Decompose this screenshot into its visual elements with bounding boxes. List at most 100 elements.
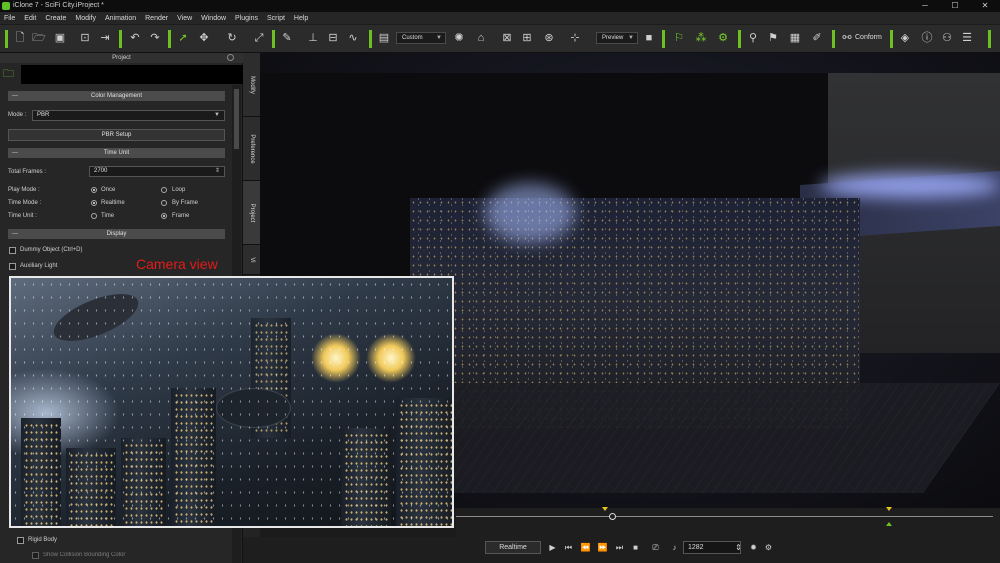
preview-select[interactable]: Preview ▼ — [596, 32, 638, 44]
next-frame-icon[interactable]: ⏩ — [597, 542, 608, 553]
save-icon[interactable]: ▣ — [53, 31, 67, 45]
help-icon[interactable]: ⓘ — [920, 31, 934, 45]
show-collision-checkbox[interactable] — [32, 552, 39, 559]
time-unit-header[interactable]: — Time Unit — [8, 148, 225, 158]
playhead-knob[interactable] — [609, 513, 616, 520]
group-icon[interactable]: ⁂ — [694, 31, 708, 45]
mode-select[interactable]: PBR ▼ — [32, 110, 225, 121]
menu-plugins[interactable]: Plugins — [235, 15, 258, 22]
brush-icon[interactable]: ✎ — [280, 31, 294, 45]
color-management-header[interactable]: — Color Management — [8, 91, 225, 101]
stop-icon[interactable]: ■ — [630, 542, 641, 553]
display-header[interactable]: — Display — [8, 229, 225, 239]
timeline-track[interactable] — [456, 516, 993, 517]
menu-edit[interactable]: Edit — [24, 15, 36, 22]
undo-icon[interactable]: ↶ — [128, 31, 142, 45]
fit-icon[interactable]: ⊠ — [500, 31, 514, 45]
scale-icon[interactable]: ⤢ — [252, 31, 266, 45]
camera-view-icon[interactable]: ▤ — [377, 31, 391, 45]
tab-preference[interactable]: Preference — [243, 117, 260, 181]
time-mode-by-frame-radio[interactable] — [161, 200, 167, 206]
conform-label[interactable]: Conform — [855, 34, 882, 41]
menu-script[interactable]: Script — [267, 15, 285, 22]
video-camera-icon[interactable]: ■ — [642, 31, 656, 45]
play-mode-once-radio[interactable] — [91, 187, 97, 193]
menu-help[interactable]: Help — [294, 15, 308, 22]
range-end-icon[interactable] — [886, 522, 892, 526]
pin-icon[interactable]: ⚲ — [746, 31, 760, 45]
play-icon[interactable]: ▶ — [547, 542, 558, 553]
rigid-body-checkbox[interactable] — [17, 537, 24, 544]
select-arrow-icon[interactable]: ➚ — [176, 31, 190, 45]
minimize-button[interactable]: ─ — [910, 0, 940, 12]
flag-icon[interactable]: ⚑ — [766, 31, 780, 45]
snap-icon[interactable]: ⊟ — [326, 31, 340, 45]
toolbar-separator — [168, 30, 171, 48]
character-icon[interactable]: ⚐ — [672, 31, 686, 45]
redo-icon[interactable]: ↷ — [148, 31, 162, 45]
settings-icon[interactable]: ⚙ — [763, 542, 774, 553]
menu-bar: File Edit Create Modify Animation Render… — [0, 12, 1000, 24]
title-bar: iClone 7 - SciFi City.iProject * ─ ☐ ✕ — [0, 0, 1000, 12]
play-mode-loop-radio[interactable] — [161, 187, 167, 193]
stepper-icon[interactable]: ⇕ — [733, 542, 744, 553]
time-mode-realtime-radio[interactable] — [91, 200, 97, 206]
prev-frame-icon[interactable]: ⏪ — [580, 542, 591, 553]
home-icon[interactable]: ⌂ — [474, 31, 488, 45]
loop-icon[interactable]: ⎚ — [650, 542, 661, 553]
clipboard-icon[interactable]: ▦ — [788, 31, 802, 45]
path-icon[interactable]: ∿ — [346, 31, 360, 45]
open-folder-icon[interactable]: 🗁 — [32, 31, 46, 45]
zoom-icon[interactable]: ⊞ — [520, 31, 534, 45]
auxiliary-light-checkbox[interactable] — [9, 263, 16, 270]
menu-render[interactable]: Render — [145, 15, 168, 22]
panel-title: Project — [0, 53, 243, 63]
align-icon[interactable]: ⊥ — [306, 31, 320, 45]
tab-visual[interactable]: Vi — [243, 245, 260, 275]
orbit-icon[interactable]: ⊛ — [542, 31, 556, 45]
menu-file[interactable]: File — [4, 15, 15, 22]
folder-icon[interactable]: 🗀 — [3, 67, 17, 81]
move-icon[interactable]: ✥ — [197, 31, 211, 45]
time-unit-time-radio[interactable] — [91, 213, 97, 219]
new-file-icon[interactable]: 🗋 — [13, 31, 27, 45]
import-icon[interactable]: ⊡ — [78, 31, 92, 45]
menu-modify[interactable]: Modify — [75, 15, 96, 22]
menu-view[interactable]: View — [177, 15, 192, 22]
rain-overlay — [11, 278, 452, 526]
time-unit-frame-radio[interactable] — [161, 213, 167, 219]
conform-icon[interactable]: ⚯ — [840, 31, 854, 45]
pencil-icon[interactable]: ✐ — [810, 31, 824, 45]
scrollbar-thumb[interactable] — [234, 89, 239, 149]
render-icon[interactable]: ◈ — [898, 31, 912, 45]
plugin-icon[interactable]: ⚇ — [940, 31, 954, 45]
camera-select[interactable]: Custom ▼ — [396, 32, 446, 44]
rotate-icon[interactable]: ↻ — [225, 31, 239, 45]
tab-modify[interactable]: Modify — [243, 53, 260, 117]
menu-window[interactable]: Window — [201, 15, 226, 22]
maximize-button[interactable]: ☐ — [940, 0, 970, 12]
settings-list-icon[interactable]: ☰ — [960, 31, 974, 45]
keyframe-marker-icon[interactable] — [602, 507, 608, 511]
display-mode-icon[interactable]: ⊹ — [568, 31, 582, 45]
total-frames-input[interactable]: 2700 ⇕ — [89, 166, 225, 177]
menu-create[interactable]: Create — [45, 15, 66, 22]
panel-close-icon[interactable] — [227, 54, 234, 61]
menu-animation[interactable]: Animation — [105, 15, 136, 22]
end-marker-icon[interactable] — [886, 507, 892, 511]
tab-project[interactable]: Project — [243, 181, 260, 245]
skip-start-icon[interactable]: ⏮ — [563, 542, 574, 553]
dummy-object-checkbox[interactable] — [9, 247, 16, 254]
playback-mode-select[interactable]: Realtime — [485, 541, 541, 554]
toolbar-separator — [5, 30, 8, 48]
skip-end-icon[interactable]: ⏭ — [614, 542, 625, 553]
sun-icon[interactable]: ✹ — [748, 542, 759, 553]
export-icon[interactable]: ⇥ — [98, 31, 112, 45]
collapse-icon: — — [12, 231, 18, 237]
morph-icon[interactable]: ⚙ — [716, 31, 730, 45]
light-icon[interactable]: ✺ — [452, 31, 466, 45]
stepper-icon[interactable]: ⇕ — [215, 167, 220, 176]
pbr-setup-button[interactable]: PBR Setup — [8, 129, 225, 141]
close-button[interactable]: ✕ — [970, 0, 1000, 12]
music-note-icon[interactable]: ♪ — [669, 542, 680, 553]
